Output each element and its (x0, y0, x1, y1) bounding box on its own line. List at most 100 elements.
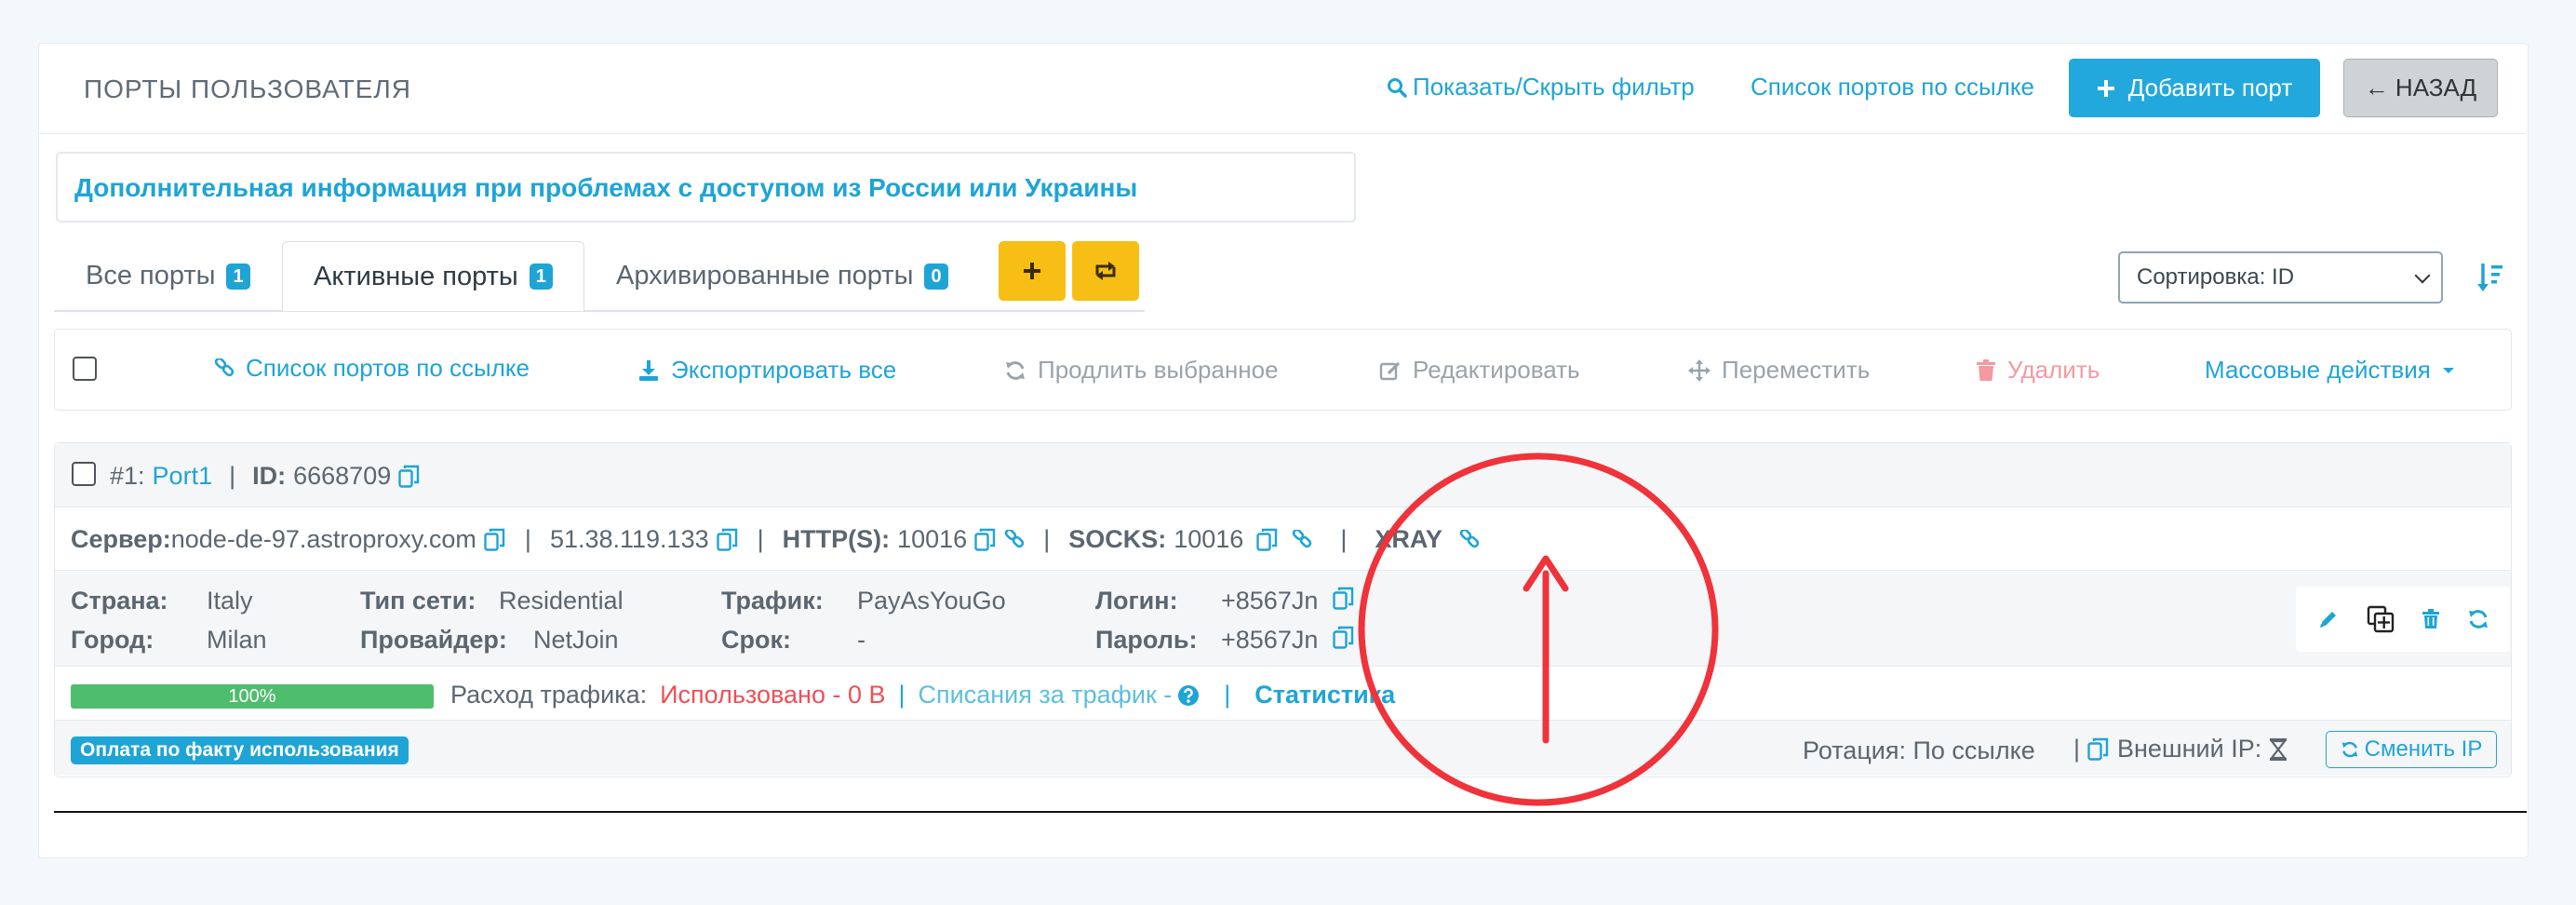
net-type-label: Тип сети: (360, 587, 476, 615)
sort-direction-icon[interactable] (2476, 262, 2504, 293)
traffic-usage-label: Расход трафика: (450, 681, 648, 709)
port-connection-row: Сервер: node-de-97.astroproxy.com | 51.38… (71, 525, 1480, 554)
clone-icon[interactable] (2367, 605, 2395, 633)
add-port-label: Добавить порт (2127, 74, 2293, 101)
export-all-label: Экспортировать все (671, 356, 897, 384)
page-title: ПОРТЫ ПОЛЬЗОВАТЕЛЯ (84, 74, 412, 103)
delete-bulk-button[interactable]: Удалить (1976, 356, 2100, 385)
http-label: HTTP(S): (782, 525, 891, 553)
link-icon[interactable] (1004, 529, 1025, 550)
country-value: Italy (207, 587, 253, 615)
toolbar-ports-by-link[interactable]: Список портов по ссылке (214, 354, 530, 383)
tab-active-ports-count: 1 (529, 263, 553, 290)
sync-icon[interactable] (2467, 608, 2489, 630)
billing-badge: Оплата по факту использования (71, 736, 409, 764)
change-ip-label: Сменить IP (2364, 736, 2483, 762)
filter-toggle-label: Показать/Скрыть фильтр (1413, 73, 1695, 101)
caret-down-icon (2442, 366, 2455, 375)
separator: | (2073, 735, 2081, 763)
tab-all-ports-count: 1 (226, 263, 250, 290)
copy-icon[interactable] (2087, 737, 2110, 762)
extend-selected-label: Продлить выбранное (1038, 356, 1279, 384)
toolbar-ports-by-link-label: Список портов по ссылке (246, 354, 530, 382)
back-button[interactable]: ← НАЗАД (2343, 59, 2498, 117)
row-divider (55, 666, 2511, 667)
edit-bulk-button[interactable]: Редактировать (1379, 356, 1580, 385)
quick-add-button[interactable] (999, 241, 1066, 301)
bulk-actions-dropdown[interactable]: Массовые действия (2205, 356, 2455, 385)
separator: | (229, 462, 236, 490)
term-label: Срок: (721, 626, 791, 654)
tab-all-ports-label: Все порты (86, 261, 216, 290)
traffic-charges-link[interactable]: Списания за трафик - (919, 681, 1173, 709)
traffic-value: PayAsYouGo (857, 587, 1006, 615)
move-label: Переместить (1722, 356, 1871, 384)
trash-icon[interactable] (2422, 609, 2440, 629)
socks-label: SOCKS: (1068, 525, 1167, 553)
sync-icon (2341, 740, 2359, 759)
city-label: Город: (71, 626, 154, 654)
provider-label: Провайдер: (360, 626, 507, 654)
delete-bulk-label: Удалить (2007, 356, 2100, 384)
copy-icon[interactable] (1256, 528, 1279, 552)
annotation-overlay (1358, 452, 1719, 806)
question-circle-icon[interactable] (1177, 684, 1200, 707)
pencil-icon[interactable] (2317, 608, 2340, 630)
extend-selected-button[interactable]: Продлить выбранное (1004, 356, 1279, 385)
refresh-button[interactable] (1072, 241, 1139, 301)
copy-icon[interactable] (716, 528, 739, 552)
plus-icon (1023, 262, 1041, 280)
tab-active-ports[interactable]: Активные порты 1 (282, 241, 584, 311)
provider-value: NetJoin (533, 626, 619, 654)
change-ip-button[interactable]: Сменить IP (2326, 731, 2497, 768)
link-icon (214, 358, 235, 379)
port-id-value: 6668709 (293, 462, 392, 490)
tab-active-ports-label: Активные порты (314, 261, 518, 291)
port-title-row: #1: Port1 | ID: 6668709 (110, 462, 421, 491)
refresh-icon (1004, 359, 1026, 382)
server-label: Сервер: (71, 525, 171, 553)
traffic-label: Трафик: (721, 587, 824, 615)
port-actions (2296, 587, 2510, 652)
server-value: node-de-97.astroproxy.com (170, 525, 476, 553)
port-header-row (55, 443, 2511, 507)
export-all-button[interactable]: Экспортировать все (637, 356, 896, 385)
port-checkbox[interactable] (72, 462, 96, 486)
tab-archived-ports-count: 0 (924, 263, 948, 290)
edit-bulk-label: Редактировать (1413, 356, 1580, 384)
plus-icon (2097, 79, 2115, 98)
add-port-button[interactable]: Добавить порт (2069, 59, 2320, 117)
separator: | (898, 681, 906, 709)
move-icon (1688, 358, 1711, 382)
copy-icon[interactable] (398, 465, 421, 489)
tab-archived-ports-label: Архивированные порты (616, 261, 914, 290)
hourglass-icon (2269, 737, 2288, 762)
copy-icon[interactable] (974, 528, 997, 552)
rotation-text: Ротация: По ссылке (1803, 736, 2035, 764)
link-icon[interactable] (1292, 529, 1312, 550)
select-all-checkbox[interactable] (73, 357, 97, 381)
separator: | (1340, 525, 1348, 553)
external-ip-group: | Внешний IP: (2073, 735, 2288, 763)
copy-icon[interactable] (484, 528, 506, 552)
move-button[interactable]: Переместить (1688, 356, 1870, 385)
separator: | (1224, 681, 1231, 709)
country-label: Страна: (71, 587, 168, 615)
header-ports-by-link[interactable]: Список портов по ссылке (1751, 73, 2034, 101)
edit-icon (1379, 359, 1402, 382)
trash-icon (1976, 358, 1996, 382)
tab-all-ports[interactable]: Все порты 1 (86, 241, 250, 311)
net-type-value: Residential (499, 587, 624, 615)
ip-value: 51.38.119.133 (549, 525, 709, 553)
search-icon (1387, 77, 1407, 98)
port-name-link[interactable]: Port1 (153, 462, 213, 491)
filter-toggle-link[interactable]: Показать/Скрыть фильтр (1387, 73, 1695, 101)
retweet-icon (1093, 261, 1119, 281)
tab-archived-ports[interactable]: Архивированные порты 0 (616, 241, 948, 311)
info-banner-link[interactable]: Дополнительная информация при проблемах … (74, 173, 1137, 203)
separator: | (1043, 525, 1051, 553)
term-value: - (857, 626, 865, 654)
port-number: #1: (110, 462, 145, 490)
sort-select[interactable]: Сортировка: ID (2118, 251, 2443, 304)
password-label: Пароль: (1095, 626, 1198, 654)
